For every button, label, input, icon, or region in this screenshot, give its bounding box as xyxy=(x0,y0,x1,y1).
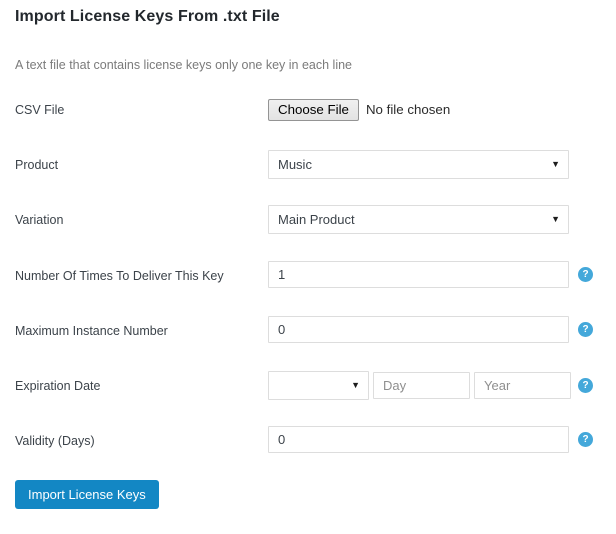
variation-select[interactable]: Main Product ▼ xyxy=(268,205,569,234)
label-csv-file: CSV File xyxy=(15,103,65,117)
label-deliver-times: Number Of Times To Deliver This Key xyxy=(15,269,224,283)
expiration-year-placeholder: Year xyxy=(484,378,511,393)
help-icon-expiration-date[interactable]: ? xyxy=(578,378,593,393)
deliver-times-input[interactable]: 1 xyxy=(268,261,569,288)
file-input[interactable]: Choose File No file chosen xyxy=(268,95,450,125)
help-icon-max-instance[interactable]: ? xyxy=(578,322,593,337)
chevron-down-icon: ▼ xyxy=(351,380,360,390)
expiration-day-input[interactable]: Day xyxy=(373,372,470,399)
file-status-text: No file chosen xyxy=(365,102,451,117)
validity-days-input[interactable]: 0 xyxy=(268,426,569,453)
row-product: Product Music ▼ xyxy=(0,150,616,180)
deliver-times-value: 1 xyxy=(278,267,286,282)
page-subtitle: A text file that contains license keys o… xyxy=(15,58,352,72)
page-title: Import License Keys From .txt File xyxy=(15,8,280,25)
chevron-down-icon: ▼ xyxy=(551,214,560,224)
label-validity-days: Validity (Days) xyxy=(15,434,95,448)
help-icon-deliver-times[interactable]: ? xyxy=(578,267,593,282)
product-select-value: Music xyxy=(278,157,312,172)
expiration-date-control: ▼ Day Year xyxy=(268,371,571,400)
product-control: Music ▼ xyxy=(268,150,569,179)
expiration-month-select[interactable]: ▼ xyxy=(268,371,369,400)
variation-control: Main Product ▼ xyxy=(268,205,569,234)
import-license-keys-page: Import License Keys From .txt File A tex… xyxy=(0,0,616,534)
label-variation: Variation xyxy=(15,213,64,227)
label-expiration-date: Expiration Date xyxy=(15,379,101,393)
help-icon-validity-days[interactable]: ? xyxy=(578,432,593,447)
date-group: ▼ Day Year xyxy=(268,371,571,400)
expiration-year-input[interactable]: Year xyxy=(474,372,571,399)
validity-days-value: 0 xyxy=(278,432,286,447)
validity-days-control: 0 xyxy=(268,426,569,453)
row-validity-days: Validity (Days) 0 ? xyxy=(0,426,616,456)
max-instance-control: 0 xyxy=(268,316,569,343)
deliver-times-control: 1 xyxy=(268,261,569,288)
import-license-keys-button[interactable]: Import License Keys xyxy=(15,480,159,509)
row-expiration-date: Expiration Date ▼ Day Year ? xyxy=(0,371,616,401)
csv-file-control: Choose File No file chosen xyxy=(268,95,450,125)
max-instance-input[interactable]: 0 xyxy=(268,316,569,343)
row-max-instance: Maximum Instance Number 0 ? xyxy=(0,316,616,346)
chevron-down-icon: ▼ xyxy=(551,159,560,169)
product-select[interactable]: Music ▼ xyxy=(268,150,569,179)
expiration-day-placeholder: Day xyxy=(383,378,407,393)
choose-file-button[interactable]: Choose File xyxy=(268,99,359,121)
label-max-instance: Maximum Instance Number xyxy=(15,324,168,338)
variation-select-value: Main Product xyxy=(278,212,355,227)
row-csv-file: CSV File Choose File No file chosen xyxy=(0,95,616,125)
row-variation: Variation Main Product ▼ xyxy=(0,205,616,235)
label-product: Product xyxy=(15,158,59,172)
row-deliver-times: Number Of Times To Deliver This Key 1 ? xyxy=(0,261,616,291)
max-instance-value: 0 xyxy=(278,322,286,337)
